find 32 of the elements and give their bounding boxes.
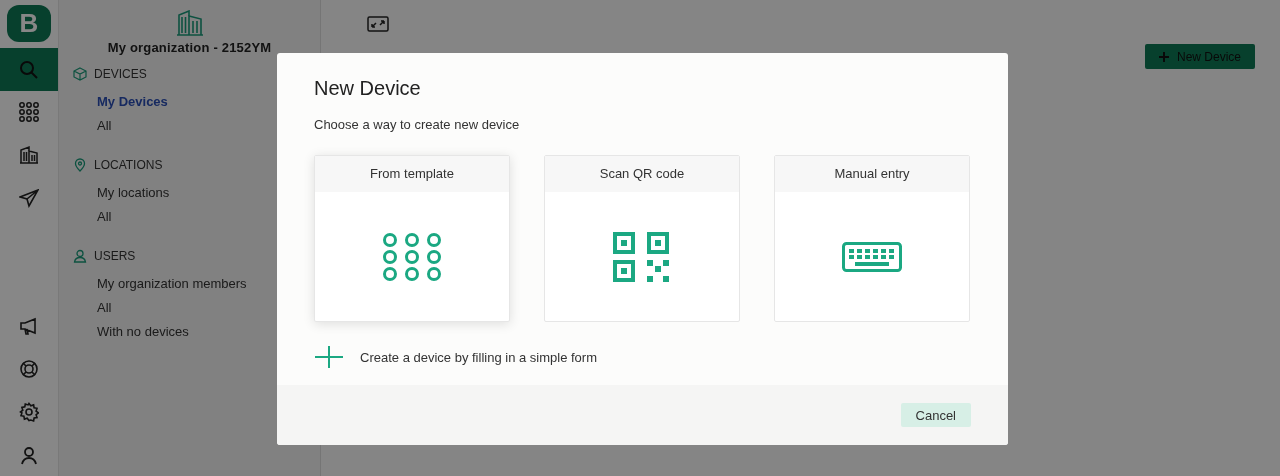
plus-icon [1158, 51, 1169, 62]
dialog-title: New Device [314, 77, 422, 100]
cancel-button[interactable]: Cancel [900, 403, 971, 427]
card-title: Scan QR code [545, 156, 739, 192]
section-title: LOCATIONS [94, 158, 163, 172]
keyboard-icon [842, 241, 902, 272]
expand-icon[interactable] [367, 16, 389, 32]
option-card[interactable]: From template [314, 155, 510, 322]
paper-plane-icon [19, 187, 39, 208]
building-icon [19, 145, 39, 165]
section-title: DEVICES [94, 67, 147, 81]
building-icon [175, 10, 204, 36]
settings-icon [19, 401, 39, 422]
app-logo[interactable]: B [7, 5, 51, 43]
plus-icon[interactable] [314, 346, 344, 368]
option-card[interactable]: Manual entry [774, 155, 970, 322]
user-icon [19, 444, 39, 465]
form-link[interactable]: Create a device by filling in a simple form [360, 349, 597, 365]
section-title: USERS [94, 249, 136, 263]
search-icon [19, 59, 39, 80]
cube-icon [73, 67, 87, 81]
megaphone-icon [19, 316, 39, 337]
option-card[interactable]: Scan QR code [544, 155, 740, 322]
user-icon [73, 249, 87, 263]
location-pin-icon [73, 158, 87, 172]
dots-grid-icon [19, 102, 39, 123]
organization-name: My organization - 2152YM [107, 40, 272, 55]
lifebuoy-icon [19, 359, 39, 380]
card-title: Manual entry [775, 156, 969, 192]
dialog-subtitle: Choose a way to create new device [314, 117, 521, 132]
card-title: From template [315, 156, 509, 192]
dots-grid-icon [382, 232, 442, 281]
